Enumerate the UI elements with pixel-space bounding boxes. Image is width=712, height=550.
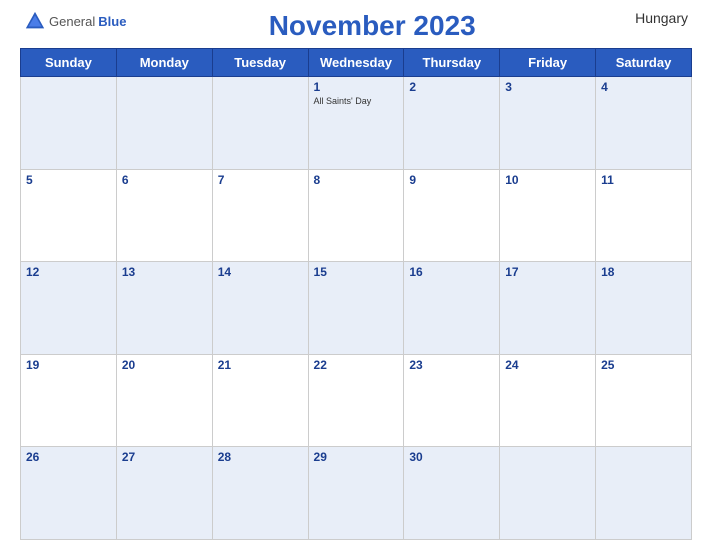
calendar-cell xyxy=(500,447,596,540)
calendar-cell: 27 xyxy=(116,447,212,540)
calendar-cell: 21 xyxy=(212,354,308,447)
day-of-week-tuesday: Tuesday xyxy=(212,49,308,77)
calendar-cell: 2 xyxy=(404,77,500,170)
day-number: 15 xyxy=(314,265,399,279)
day-number: 10 xyxy=(505,173,590,187)
calendar-cell: 28 xyxy=(212,447,308,540)
day-number: 7 xyxy=(218,173,303,187)
calendar-cell: 4 xyxy=(596,77,692,170)
calendar-cell: 6 xyxy=(116,169,212,262)
calendar-cell: 14 xyxy=(212,262,308,355)
calendar-cell: 26 xyxy=(21,447,117,540)
day-number: 30 xyxy=(409,450,494,464)
day-number: 13 xyxy=(122,265,207,279)
day-number: 4 xyxy=(601,80,686,94)
day-number: 6 xyxy=(122,173,207,187)
day-number: 21 xyxy=(218,358,303,372)
day-of-week-wednesday: Wednesday xyxy=(308,49,404,77)
calendar-cell: 30 xyxy=(404,447,500,540)
calendar-cell: 13 xyxy=(116,262,212,355)
calendar-cell xyxy=(212,77,308,170)
logo-area: General Blue xyxy=(24,10,126,32)
day-number: 24 xyxy=(505,358,590,372)
calendar-cell: 1 All Saints' Day xyxy=(308,77,404,170)
day-of-week-saturday: Saturday xyxy=(596,49,692,77)
day-event: All Saints' Day xyxy=(314,96,399,106)
days-of-week-row: SundayMondayTuesdayWednesdayThursdayFrid… xyxy=(21,49,692,77)
calendar-header: General Blue November 2023 Hungary xyxy=(20,10,692,42)
calendar-week-5: 26 27 28 29 30 xyxy=(21,447,692,540)
day-number: 3 xyxy=(505,80,590,94)
calendar-cell: 9 xyxy=(404,169,500,262)
calendar-header-row: SundayMondayTuesdayWednesdayThursdayFrid… xyxy=(21,49,692,77)
day-number: 8 xyxy=(314,173,399,187)
calendar-cell: 16 xyxy=(404,262,500,355)
day-number: 19 xyxy=(26,358,111,372)
calendar-cell: 12 xyxy=(21,262,117,355)
calendar-cell: 25 xyxy=(596,354,692,447)
calendar-body: 1All Saints' Day234567891011121314151617… xyxy=(21,77,692,540)
title-area: November 2023 xyxy=(126,10,618,42)
calendar-cell: 8 xyxy=(308,169,404,262)
calendar-cell: 23 xyxy=(404,354,500,447)
day-number: 29 xyxy=(314,450,399,464)
calendar-title: November 2023 xyxy=(269,10,476,41)
day-number: 22 xyxy=(314,358,399,372)
day-number: 23 xyxy=(409,358,494,372)
day-number: 27 xyxy=(122,450,207,464)
calendar-table: SundayMondayTuesdayWednesdayThursdayFrid… xyxy=(20,48,692,540)
calendar-week-3: 12 13 14 15 16 17 18 xyxy=(21,262,692,355)
calendar-week-2: 56789 10 11 xyxy=(21,169,692,262)
calendar-cell: 17 xyxy=(500,262,596,355)
day-number: 2 xyxy=(409,80,494,94)
day-of-week-thursday: Thursday xyxy=(404,49,500,77)
calendar-cell xyxy=(596,447,692,540)
calendar-cell: 15 xyxy=(308,262,404,355)
day-number: 17 xyxy=(505,265,590,279)
day-number: 16 xyxy=(409,265,494,279)
day-number: 5 xyxy=(26,173,111,187)
day-number: 11 xyxy=(601,173,686,187)
day-number: 14 xyxy=(218,265,303,279)
calendar-cell xyxy=(116,77,212,170)
day-number: 25 xyxy=(601,358,686,372)
day-number: 1 xyxy=(314,80,399,94)
calendar-week-1: 1 All Saints' Day 234 xyxy=(21,77,692,170)
calendar-cell: 3 xyxy=(500,77,596,170)
day-number: 18 xyxy=(601,265,686,279)
calendar-cell: 19 xyxy=(21,354,117,447)
logo-blue-text: Blue xyxy=(98,14,126,29)
day-of-week-monday: Monday xyxy=(116,49,212,77)
country-label: Hungary xyxy=(618,10,688,26)
calendar-cell: 11 xyxy=(596,169,692,262)
day-of-week-friday: Friday xyxy=(500,49,596,77)
day-number: 9 xyxy=(409,173,494,187)
logo-general-text: General xyxy=(49,14,95,29)
calendar-cell: 18 xyxy=(596,262,692,355)
day-number: 28 xyxy=(218,450,303,464)
calendar-cell: 29 xyxy=(308,447,404,540)
calendar-cell: 20 xyxy=(116,354,212,447)
calendar-week-4: 19 20 21 22 23 24 25 xyxy=(21,354,692,447)
day-number: 20 xyxy=(122,358,207,372)
day-number: 26 xyxy=(26,450,111,464)
calendar-cell: 7 xyxy=(212,169,308,262)
calendar-cell xyxy=(21,77,117,170)
day-of-week-sunday: Sunday xyxy=(21,49,117,77)
calendar-cell: 10 xyxy=(500,169,596,262)
day-number: 12 xyxy=(26,265,111,279)
calendar-cell: 5 xyxy=(21,169,117,262)
calendar-cell: 22 xyxy=(308,354,404,447)
calendar-cell: 24 xyxy=(500,354,596,447)
logo-text: General Blue xyxy=(24,10,126,32)
logo-icon xyxy=(24,10,46,32)
